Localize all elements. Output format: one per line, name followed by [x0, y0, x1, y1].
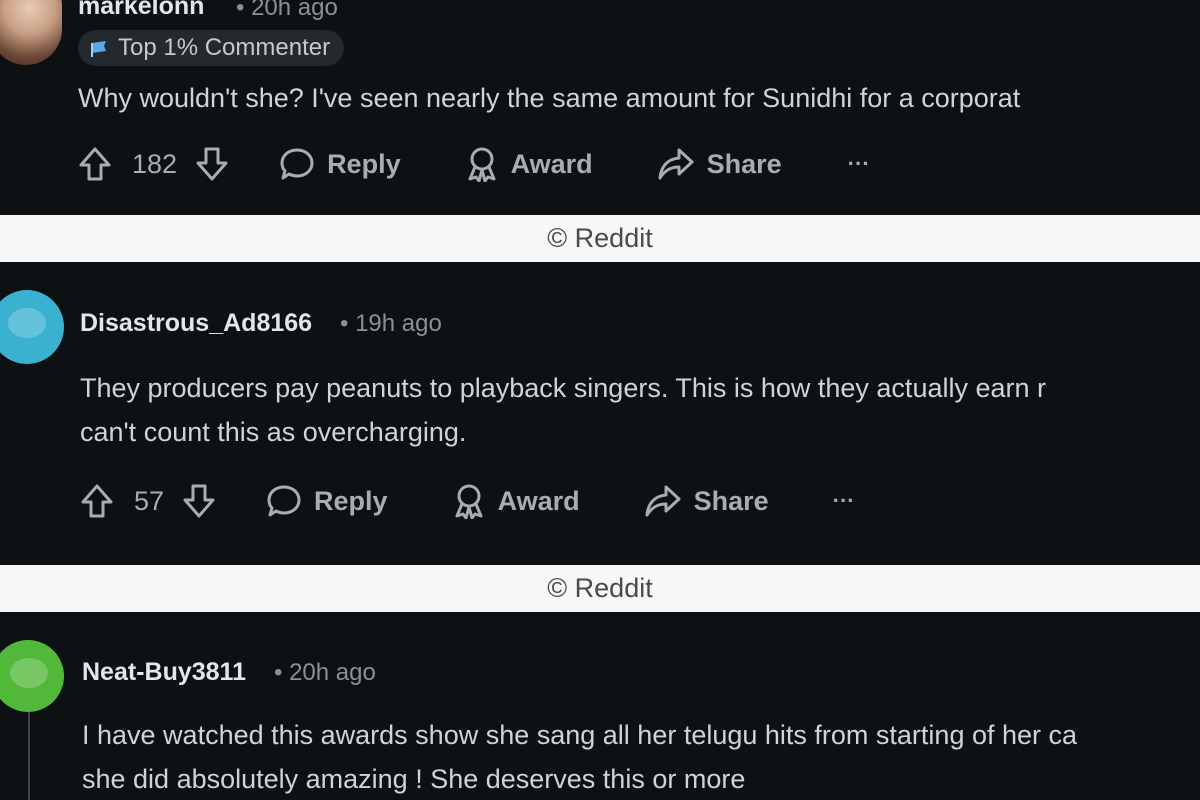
vote-group: 182	[78, 146, 229, 182]
snoo-icon	[10, 658, 48, 688]
flair-badge-icon	[90, 38, 108, 58]
comment-username[interactable]: markelonn	[78, 0, 204, 21]
more-options-button[interactable]: ···	[833, 488, 855, 514]
thread-line[interactable]	[28, 712, 30, 800]
share-button[interactable]: Share	[644, 484, 769, 518]
user-avatar[interactable]	[0, 290, 64, 364]
comment-body-line: They producers pay peanuts to playback s…	[80, 373, 1047, 403]
upvote-icon[interactable]	[80, 483, 114, 519]
share-label: Share	[706, 148, 782, 179]
share-icon	[644, 484, 682, 518]
award-button[interactable]: Award	[452, 483, 580, 519]
comment-markelonn: markelonn • 20h ago Top 1% Commenter Why…	[0, 0, 1200, 215]
comment-username[interactable]: Neat-Buy3811	[82, 658, 246, 687]
comment-timestamp[interactable]: • 19h ago	[340, 310, 442, 338]
comment-disastrous: Disastrous_Ad8166 • 19h ago They produce…	[0, 262, 1200, 566]
comment-body-line: can't count this as overcharging.	[80, 417, 467, 447]
share-label: Share	[693, 485, 769, 516]
comment-body: Why wouldn't she? I've seen nearly the s…	[78, 76, 1020, 120]
comment-body-line: she did absolutely amazing ! She deserve…	[82, 764, 746, 794]
user-avatar[interactable]	[0, 640, 64, 712]
downvote-icon[interactable]	[195, 146, 229, 182]
award-button[interactable]: Award	[465, 146, 593, 182]
award-icon	[465, 146, 499, 182]
reply-label: Reply	[314, 485, 388, 516]
user-flair: Top 1% Commenter	[78, 30, 345, 66]
reply-button[interactable]: Reply	[279, 147, 401, 181]
comment-actions: 182 Reply Award Share ···	[78, 140, 870, 188]
share-icon	[657, 147, 695, 181]
comment-icon	[279, 147, 315, 181]
share-button[interactable]: Share	[657, 147, 782, 181]
comment-username[interactable]: Disastrous_Ad8166	[80, 309, 312, 338]
vote-count: 182	[132, 148, 178, 179]
vote-count: 57	[134, 485, 165, 516]
award-label: Award	[497, 485, 580, 516]
comment-body-line: I have watched this awards show she sang…	[82, 720, 1078, 750]
upvote-icon[interactable]	[78, 146, 112, 182]
reply-label: Reply	[327, 148, 401, 179]
image-credit: © Reddit	[0, 565, 1200, 612]
flair-label: Top 1% Commenter	[118, 34, 331, 61]
reply-button[interactable]: Reply	[266, 484, 388, 518]
image-credit: © Reddit	[0, 215, 1200, 262]
award-icon	[452, 483, 486, 519]
more-options-button[interactable]: ···	[848, 151, 870, 177]
downvote-icon[interactable]	[182, 483, 216, 519]
comment-body: They producers pay peanuts to playback s…	[80, 366, 1046, 454]
comment-timestamp[interactable]: • 20h ago	[236, 0, 338, 22]
comment-body-line: Why wouldn't she? I've seen nearly the s…	[78, 83, 1021, 113]
comment-timestamp[interactable]: • 20h ago	[274, 659, 376, 687]
vote-group: 57	[80, 483, 216, 519]
user-avatar[interactable]	[0, 0, 62, 65]
comment-actions: 57 Reply Award Share ···	[80, 477, 855, 525]
award-label: Award	[510, 148, 593, 179]
comment-neat-buy: Neat-Buy3811 • 20h ago I have watched th…	[0, 612, 1200, 800]
comment-body: I have watched this awards show she sang…	[82, 713, 1077, 800]
snoo-icon	[8, 308, 46, 338]
comment-icon	[266, 484, 302, 518]
